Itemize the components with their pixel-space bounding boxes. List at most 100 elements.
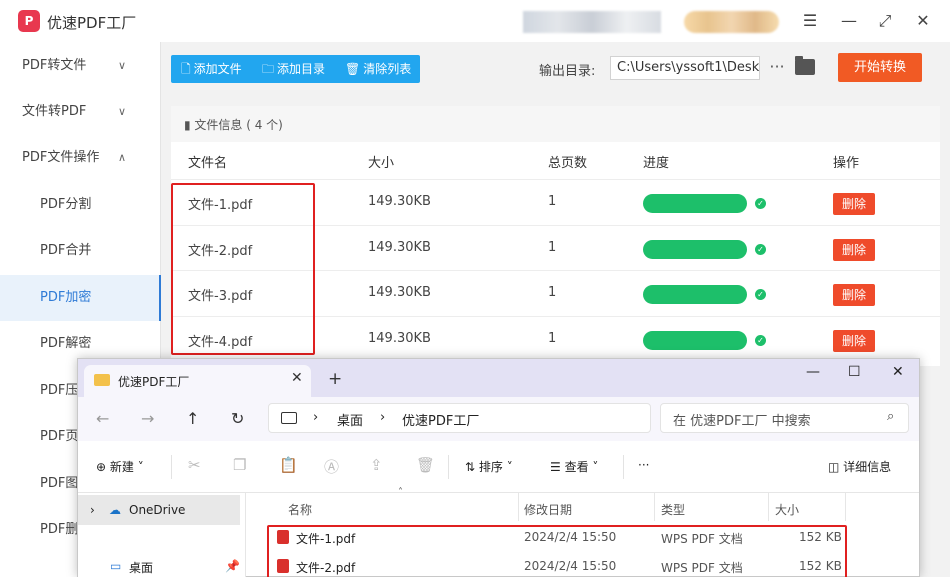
maximize-icon[interactable]: ☐ bbox=[848, 364, 861, 380]
nav-item-onedrive[interactable]: › ☁ OneDrive bbox=[78, 495, 240, 525]
back-icon[interactable]: ← bbox=[96, 409, 109, 428]
clear-list-label: 清除列表 bbox=[363, 62, 412, 76]
explorer-nav-pane: › ☁ OneDrive ▭ 桌面 📌 bbox=[78, 493, 246, 577]
sidebar-item-pdf-to-file[interactable]: PDF转文件 ∨ bbox=[0, 43, 161, 89]
breadcrumb[interactable]: › 桌面 › 优速PDF工厂 bbox=[268, 403, 651, 433]
file-pages: 1 bbox=[548, 285, 557, 300]
file-pages: 1 bbox=[548, 194, 557, 209]
delete-button[interactable]: 删除 bbox=[833, 239, 875, 261]
sidebar-item-label: PDF合并 bbox=[40, 243, 92, 258]
rename-icon[interactable]: Ⓐ bbox=[324, 456, 339, 477]
cut-icon[interactable]: ✂ bbox=[188, 456, 201, 474]
folder-icon bbox=[94, 374, 110, 386]
file-icon: 🗋 bbox=[181, 62, 191, 76]
sidebar-item-label: PDF分割 bbox=[40, 197, 92, 212]
breadcrumb-desktop[interactable]: 桌面 bbox=[337, 410, 363, 429]
toolbar-button-group: 🗋 添加文件 🗀 添加目录 🗑 清除列表 bbox=[171, 55, 420, 83]
expand-icon[interactable]: › bbox=[90, 503, 95, 517]
chevron-down-icon: ∨ bbox=[118, 59, 127, 72]
sidebar-item-pdf-encrypt[interactable]: PDF加密 bbox=[0, 275, 161, 321]
pin-icon[interactable]: 📌 bbox=[225, 559, 240, 573]
chevron-right-icon: › bbox=[380, 410, 386, 425]
sidebar-item-pdf-operations[interactable]: PDF文件操作 ∧ bbox=[0, 135, 161, 181]
output-dir-label: 输出目录: bbox=[539, 64, 596, 79]
breadcrumb-folder[interactable]: 优速PDF工厂 bbox=[402, 410, 479, 429]
divider bbox=[171, 455, 172, 479]
menu-icon[interactable]: ☰ bbox=[797, 9, 823, 33]
computer-icon bbox=[281, 412, 297, 424]
tab-title: 优速PDF工厂 bbox=[118, 375, 190, 389]
up-icon[interactable]: ↑ bbox=[186, 409, 199, 428]
sort-button[interactable]: ⇅ 排序 ˅ bbox=[465, 458, 513, 475]
sidebar-item-pdf-merge[interactable]: PDF合并 bbox=[0, 228, 161, 274]
output-dir-input[interactable]: C:\Users\yssoft1\Deskto bbox=[610, 56, 760, 80]
check-icon: ✓ bbox=[755, 289, 766, 300]
app-logo-icon: P bbox=[18, 10, 40, 32]
view-button[interactable]: ☰ 查看 ˅ bbox=[550, 458, 598, 475]
trash-icon: 🗑 bbox=[345, 62, 361, 76]
sidebar-item-pdf-split[interactable]: PDF分割 bbox=[0, 182, 161, 228]
progress-bar bbox=[643, 194, 747, 213]
delete-icon[interactable]: 🗑 bbox=[416, 456, 435, 474]
close-tab-icon[interactable]: ✕ bbox=[291, 370, 303, 386]
explorer-tab[interactable]: 优速PDF工厂 ✕ bbox=[84, 365, 311, 397]
explorer-search-input[interactable]: 在 优速PDF工厂 中搜索 ⌕ bbox=[660, 403, 909, 433]
new-tab-icon[interactable]: + bbox=[328, 369, 342, 389]
details-button[interactable]: ◫ 详细信息 bbox=[828, 458, 891, 475]
copy-icon[interactable]: ❐ bbox=[233, 456, 246, 474]
more-options-button[interactable]: ··· bbox=[638, 458, 649, 472]
delete-button[interactable]: 删除 bbox=[833, 284, 875, 306]
open-folder-icon[interactable] bbox=[795, 56, 815, 75]
check-icon: ✓ bbox=[755, 244, 766, 255]
close-icon[interactable]: ✕ bbox=[892, 364, 904, 380]
file-pages: 1 bbox=[548, 331, 557, 346]
divider bbox=[518, 493, 519, 521]
column-header-type[interactable]: 类型 bbox=[661, 501, 685, 518]
refresh-icon[interactable]: ↻ bbox=[231, 409, 244, 428]
add-file-label: 添加文件 bbox=[193, 62, 242, 76]
file-size: 149.30KB bbox=[368, 240, 431, 255]
minimize-icon[interactable]: — bbox=[836, 9, 862, 33]
delete-button[interactable]: 删除 bbox=[833, 193, 875, 215]
add-file-button[interactable]: 🗋 添加文件 bbox=[181, 55, 242, 83]
sidebar-item-label: PDF转文件 bbox=[22, 58, 87, 73]
delete-button[interactable]: 删除 bbox=[833, 330, 875, 352]
cloud-icon: ☁ bbox=[109, 503, 121, 517]
add-directory-label: 添加目录 bbox=[277, 62, 326, 76]
folder-icon: 🗀 bbox=[262, 62, 275, 76]
divider bbox=[623, 455, 624, 479]
close-icon[interactable]: ✕ bbox=[910, 9, 936, 33]
more-options-button[interactable]: ··· bbox=[767, 56, 787, 80]
explorer-tab-bar: 优速PDF工厂 ✕ + — ☐ ✕ bbox=[78, 359, 919, 397]
chevron-right-icon: › bbox=[313, 410, 319, 425]
check-icon: ✓ bbox=[755, 198, 766, 209]
column-header-pages: 总页数 bbox=[548, 156, 588, 171]
new-button[interactable]: ⊕ 新建 ˅ bbox=[96, 458, 144, 475]
maximize-icon[interactable]: ⤢ bbox=[872, 9, 898, 33]
column-header-name[interactable]: 名称 bbox=[288, 501, 312, 518]
share-icon[interactable]: ⇪ bbox=[370, 456, 383, 474]
column-header-size[interactable]: 大小 bbox=[775, 501, 799, 518]
app-title: 优速PDF工厂 bbox=[47, 14, 137, 32]
sort-up-icon: ˄ bbox=[398, 487, 403, 498]
sidebar-item-label: PDF文件操作 bbox=[22, 150, 100, 165]
search-icon: ⌕ bbox=[887, 409, 895, 424]
file-pages: 1 bbox=[548, 240, 557, 255]
file-explorer-window: 优速PDF工厂 ✕ + — ☐ ✕ ← → ↑ ↻ › 桌面 › 优速PDF工厂… bbox=[77, 358, 920, 577]
file-info-count: ▮ 文件信息 ( 4 个) bbox=[184, 118, 283, 132]
file-info-header: ▮ 文件信息 ( 4 个) bbox=[171, 106, 940, 142]
paste-icon[interactable]: 📋 bbox=[279, 456, 298, 474]
blurred-user-info bbox=[523, 11, 661, 33]
progress-bar bbox=[643, 240, 747, 259]
search-placeholder: 在 优速PDF工厂 中搜索 bbox=[673, 414, 811, 429]
forward-icon[interactable]: → bbox=[141, 409, 154, 428]
clear-list-button[interactable]: 🗑 清除列表 bbox=[345, 55, 411, 83]
add-directory-button[interactable]: 🗀 添加目录 bbox=[262, 55, 325, 83]
minimize-icon[interactable]: — bbox=[806, 364, 820, 380]
blurred-account-badge[interactable] bbox=[684, 11, 779, 33]
sidebar-item-file-to-pdf[interactable]: 文件转PDF ∨ bbox=[0, 89, 161, 135]
column-header-date[interactable]: 修改日期 bbox=[524, 501, 572, 518]
nav-item-desktop[interactable]: 桌面 bbox=[129, 559, 153, 576]
sidebar-item-label: 文件转PDF bbox=[22, 104, 87, 119]
start-convert-button[interactable]: 开始转换 bbox=[838, 53, 922, 82]
